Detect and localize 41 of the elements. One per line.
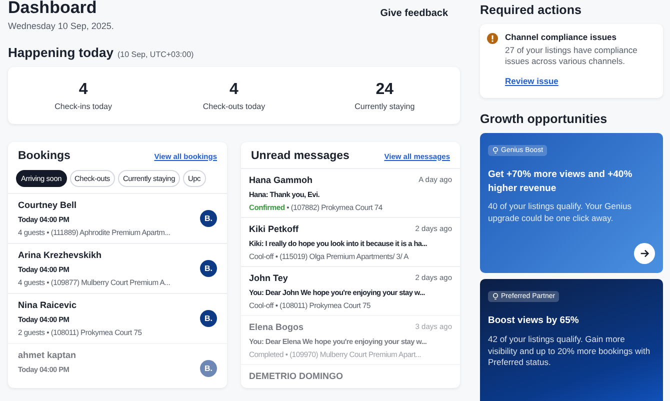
stat-label: Currently staying bbox=[354, 102, 415, 110]
sender-name: Kiki Petkoff bbox=[249, 224, 299, 235]
page-title: Dashboard bbox=[8, 0, 98, 18]
stat-value: 4 bbox=[230, 80, 238, 98]
arrow-right-icon bbox=[639, 248, 650, 259]
channel-logo: B. bbox=[200, 310, 217, 327]
promo-title: Boost views by 65% bbox=[488, 314, 580, 328]
bulb-icon bbox=[492, 292, 499, 300]
promo-text: 42 of your listings qualify. Gain more visibility and up to 20% more bookings with Preferred status. bbox=[488, 334, 652, 370]
arrow-button[interactable] bbox=[634, 242, 655, 264]
stat-label: Check-ins today bbox=[54, 102, 112, 110]
section-title: Required actions bbox=[480, 3, 582, 17]
channel-logo: B. bbox=[200, 210, 217, 227]
stat-value: 4 bbox=[78, 80, 88, 98]
section-title: Happening today bbox=[8, 45, 114, 61]
stat-value: 24 bbox=[376, 80, 394, 98]
date-text: Wednesday 10 Sep, 2025. bbox=[8, 21, 114, 31]
guest-name: Nina Raicevic bbox=[18, 300, 78, 311]
sender-name: Elena Bogos bbox=[249, 322, 304, 333]
promo-title: Get +70% more views and +40% higher revenue bbox=[488, 168, 634, 196]
promo-text: 40 of your listings qualify. Your Genius upgrade could be one click away. bbox=[488, 201, 632, 226]
warning-icon bbox=[487, 33, 498, 44]
section-title: Growth opportunities bbox=[480, 112, 608, 126]
review-link[interactable]: Review issue bbox=[505, 76, 558, 86]
feedback-link[interactable]: Give feedback bbox=[380, 8, 448, 19]
panel-title: Bookings bbox=[18, 150, 70, 162]
channel-logo: B. bbox=[200, 260, 217, 277]
channel-logo: B. bbox=[200, 360, 217, 377]
action-text: 27 of your listings have compliance issues across various channels. bbox=[505, 45, 638, 68]
sender-name: John Tey bbox=[249, 273, 288, 284]
message-row[interactable]: DEMETRIO DOMINGO bbox=[241, 364, 460, 388]
bulb-icon bbox=[492, 146, 499, 154]
panel-title: Unread messages bbox=[251, 150, 350, 162]
action-title: Channel compliance issues bbox=[505, 32, 618, 42]
guest-name: Arina Krezhevskikh bbox=[18, 250, 103, 261]
timezone-note: (10 Sep, UTC+03:00) bbox=[117, 50, 194, 59]
guest-name: ahmet kaptan bbox=[18, 350, 78, 361]
guest-name: Courtney Bell bbox=[18, 200, 78, 211]
sender-name: Hana Gammoh bbox=[249, 175, 313, 186]
stat-label: Check-outs today bbox=[202, 102, 266, 110]
sender-name: DEMETRIO DOMINGO bbox=[249, 371, 343, 382]
